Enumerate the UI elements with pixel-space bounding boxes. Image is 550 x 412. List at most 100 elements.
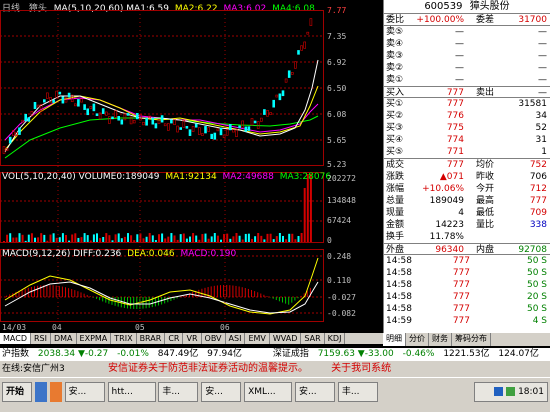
tab-brar[interactable]: BRAR	[137, 333, 166, 344]
sell-row[interactable]: 卖③ — —	[384, 50, 550, 62]
tab-rsi[interactable]: RSI	[31, 333, 51, 344]
candle	[33, 102, 37, 109]
tab-price-dist[interactable]: 分价	[406, 333, 429, 346]
ticker-message[interactable]: 关于我司系统	[331, 363, 391, 374]
volume-bar	[55, 237, 58, 242]
outer-inner-row: 外盘 96340 内盘 92708	[384, 243, 550, 255]
tab-macd[interactable]: MACD	[0, 333, 31, 344]
sell-row[interactable]: 卖⑤ — —	[384, 26, 550, 38]
index2-name[interactable]: 深证成指	[273, 349, 309, 359]
volume-bar	[303, 188, 306, 242]
volume-bar	[105, 233, 108, 242]
macd-bar	[229, 285, 231, 297]
tab-obv[interactable]: OBV	[202, 333, 226, 344]
candle	[49, 97, 52, 104]
tab-sar[interactable]: SAR	[301, 333, 325, 344]
macd-bar	[291, 297, 293, 303]
macd-bar	[49, 285, 51, 297]
task-button[interactable]: XML...	[244, 382, 293, 402]
macd-bar	[74, 290, 76, 297]
volume-bar	[151, 235, 154, 242]
index1-name[interactable]: 沪指数	[2, 349, 29, 359]
tab-wvad[interactable]: WVAD	[270, 333, 302, 344]
volume-bar	[158, 234, 160, 242]
macd-tick: -0.027	[327, 293, 356, 302]
quicklaunch-icon[interactable]	[34, 382, 47, 402]
candle	[210, 133, 213, 140]
candle	[163, 123, 167, 127]
volume-bar	[18, 233, 21, 242]
task-button[interactable]: 安...	[201, 382, 242, 402]
stat-row: 金额 14223 量比 338	[386, 220, 547, 230]
chart-area[interactable]: 日线 獐头 MA(5,10,20,60) MA1:6.59 MA2:6.22 M…	[0, 0, 383, 333]
volume-bar	[189, 236, 191, 242]
tab-cr[interactable]: CR	[165, 333, 184, 344]
index2-amount2: 124.07亿	[498, 349, 539, 359]
tab-vr[interactable]: VR	[183, 333, 202, 344]
macd-bar	[238, 286, 240, 297]
buy-row[interactable]: 买② 776 34	[384, 110, 550, 122]
tab-kdj[interactable]: KDJ	[325, 333, 346, 344]
tick-row: 14:58 777 50 S	[386, 268, 547, 278]
macd-bar	[34, 286, 35, 297]
sell-row[interactable]: 卖① — —	[384, 74, 550, 86]
candle	[132, 120, 136, 124]
candle	[287, 70, 291, 78]
news-ticker: 在线:安信广州3 安信证券关于防范非法证券活动的温馨提示。 关于我司系统	[0, 361, 550, 377]
candle	[290, 72, 294, 75]
index-statusbar: 沪指数 2038.34 ▼-0.27 -0.01% 847.49亿 97.94亿…	[0, 348, 550, 361]
macd-bar	[300, 295, 302, 297]
tray-icon[interactable]	[506, 387, 516, 396]
tick-list[interactable]: 14:58 777 50 S 14:58 777 50 S 14:58 777 50 S 1…	[384, 255, 550, 327]
stat-row: 总量 189049 最高 777	[386, 196, 547, 206]
volume-bar	[238, 235, 241, 242]
macd-bar	[86, 294, 88, 297]
buy-row[interactable]: 买⑤ 771 1	[384, 146, 550, 158]
buy-row[interactable]: 买① 777 31581	[384, 98, 550, 110]
tab-asi[interactable]: ASI	[226, 333, 246, 344]
macd-bar	[210, 286, 212, 297]
sell-row[interactable]: 卖④ — —	[384, 38, 550, 50]
volume-bar	[309, 174, 312, 242]
volume-bar	[108, 235, 111, 242]
tab-chip-dist[interactable]: 筹码分布	[452, 333, 491, 346]
buy-row[interactable]: 买④ 774 31	[384, 134, 550, 146]
sell-out-value: —	[538, 88, 547, 98]
volume-bar	[34, 237, 36, 242]
macd-bar	[89, 296, 91, 297]
sell-row[interactable]: 卖② — —	[384, 62, 550, 74]
candle	[188, 129, 192, 136]
candle	[151, 117, 155, 125]
tab-expma[interactable]: EXPMA	[77, 333, 112, 344]
tab-trix[interactable]: TRIX	[111, 333, 137, 344]
volume-bar	[176, 239, 179, 242]
macd-bar	[102, 297, 104, 302]
buyin-row[interactable]: 买入 777 卖出 —	[384, 86, 550, 98]
quicklaunch-icon[interactable]	[49, 382, 62, 402]
tab-detail[interactable]: 明细	[383, 333, 406, 346]
task-button[interactable]: 丰...	[158, 382, 199, 402]
task-button[interactable]: 丰...	[337, 382, 378, 402]
tab-emv[interactable]: EMV	[245, 333, 270, 344]
task-button[interactable]: htt...	[107, 382, 156, 402]
macd-bar	[120, 297, 122, 308]
candlestick-chart[interactable]	[0, 0, 383, 333]
task-button[interactable]: 安...	[295, 382, 335, 402]
macd-bar	[241, 287, 243, 297]
macd-bar	[96, 297, 97, 299]
macd-bar	[148, 297, 150, 308]
tab-dma[interactable]: DMA	[51, 333, 77, 344]
start-button[interactable]: 开始	[2, 382, 32, 402]
candle	[306, 31, 310, 35]
task-button[interactable]: 安...	[64, 382, 105, 402]
volume-bar	[269, 233, 272, 242]
clock[interactable]: 18:01	[518, 387, 544, 397]
ticker-message[interactable]: 安信证券关于防范非法证券活动的温馨提示。	[108, 363, 308, 374]
tray-icon[interactable]	[494, 387, 504, 396]
candle	[101, 108, 105, 114]
buy-row[interactable]: 买③ 775 52	[384, 122, 550, 134]
tab-finance[interactable]: 财务	[429, 333, 452, 346]
candle	[281, 90, 285, 97]
macd-bar	[167, 297, 169, 303]
macd-bar	[46, 285, 48, 297]
